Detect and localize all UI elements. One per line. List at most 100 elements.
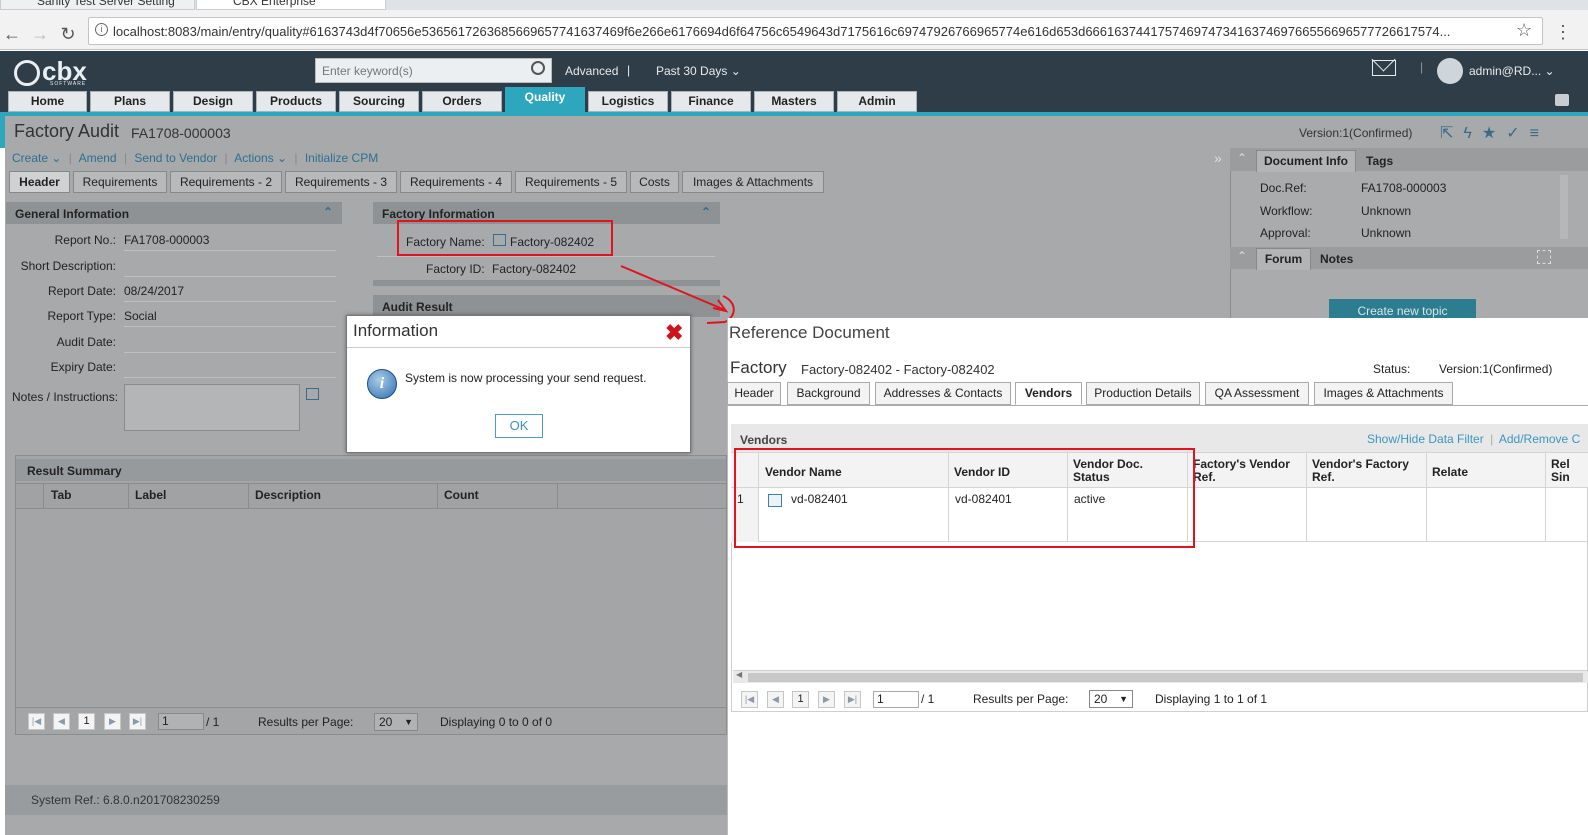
ref-tab-qa-assessment[interactable]: QA Assessment (1205, 382, 1309, 405)
check-circle-icon[interactable]: ✓ (1506, 125, 1529, 142)
menu-logistics[interactable]: Logistics (588, 91, 668, 112)
last-page-icon[interactable]: ▶| (129, 713, 146, 730)
tab-requirements-3[interactable]: Requirements - 3 (285, 171, 397, 193)
tab-notes[interactable]: Notes (1320, 252, 1353, 266)
favorite-star-icon[interactable]: ★ (1482, 125, 1506, 142)
menu-sourcing[interactable]: Sourcing (339, 91, 419, 112)
column-header-factory-vendor-ref[interactable]: Factory's Vendor Ref. (1193, 458, 1303, 484)
column-header-vendor-factory-ref[interactable]: Vendor's Factory Ref. (1312, 458, 1422, 484)
browser-tab-active[interactable]: CBX Enterprise (196, 0, 386, 10)
amend-link[interactable]: Amend (79, 151, 117, 165)
menu-home[interactable]: Home (8, 91, 87, 112)
browser-tab[interactable]: Sanity Test Server Setting (0, 0, 195, 10)
notes-textarea[interactable] (124, 384, 300, 431)
menu-dots-icon[interactable]: ⋮ (1554, 22, 1572, 43)
tab-requirements-4[interactable]: Requirements - 4 (400, 171, 512, 193)
url-field[interactable]: i localhost:8083/main/entry/quality#6163… (88, 17, 1543, 45)
avatar-icon[interactable] (1437, 58, 1463, 84)
ref-tab-production-details[interactable]: Production Details (1086, 382, 1200, 405)
ref-tab-addresses-contacts[interactable]: Addresses & Contacts (875, 382, 1011, 405)
advanced-search-link[interactable]: Advanced (565, 64, 618, 78)
tab-images-attachments[interactable]: Images & Attachments (682, 171, 824, 193)
tab-requirements-5[interactable]: Requirements - 5 (515, 171, 627, 193)
tab-costs[interactable]: Costs (630, 171, 679, 193)
ref-tab-header[interactable]: Header (727, 382, 781, 405)
ok-button[interactable]: OK (495, 414, 543, 438)
current-page-button[interactable]: 1 (78, 713, 95, 730)
flash-icon[interactable]: ϟ (1463, 125, 1481, 142)
column-header-description[interactable]: Description (255, 489, 321, 502)
period-dropdown[interactable]: Past 30 Days ⌄ (656, 64, 741, 78)
last-page-icon[interactable]: ▶| (844, 691, 861, 708)
open-external-icon[interactable]: ⇱ (1440, 125, 1463, 142)
ref-tab-vendors[interactable]: Vendors (1015, 382, 1082, 405)
results-per-page-select[interactable]: 20 ▼ (374, 713, 418, 731)
horizontal-scrollbar[interactable]: ◀ (733, 670, 1588, 683)
menu-quality[interactable]: Quality (505, 87, 585, 112)
doc-toolbar-icons[interactable]: ⇱ϟ★✓≡ (1440, 123, 1549, 143)
forward-icon[interactable]: → (30, 24, 50, 45)
column-header-tab[interactable]: Tab (51, 489, 71, 502)
collapse-icon[interactable]: ⌃ (1237, 151, 1247, 165)
next-page-icon[interactable]: ▶ (818, 691, 835, 708)
reload-icon[interactable]: ↻ (58, 24, 78, 45)
menu-lines-icon[interactable]: ≡ (1530, 125, 1549, 142)
column-header-label[interactable]: Label (135, 489, 166, 502)
collapse-icon[interactable]: ⌃ (1237, 249, 1247, 263)
tab-requirements-2[interactable]: Requirements - 2 (170, 171, 282, 193)
mail-icon[interactable] (1371, 47, 1396, 76)
menu-plans[interactable]: Plans (90, 91, 170, 112)
tab-tags[interactable]: Tags (1366, 154, 1393, 168)
menu-masters[interactable]: Masters (754, 91, 834, 112)
create-menu[interactable]: Create ⌄ (12, 151, 61, 165)
menu-finance[interactable]: Finance (671, 91, 751, 112)
tab-forum[interactable]: Forum (1256, 248, 1311, 270)
add-remove-columns-link[interactable]: Add/Remove C (1499, 432, 1580, 446)
actions-menu[interactable]: Actions ⌄ (234, 151, 287, 165)
tab-requirements[interactable]: Requirements (73, 171, 167, 193)
expand-panel-icon[interactable]: » (1214, 148, 1228, 170)
current-page-button[interactable]: 1 (792, 691, 809, 708)
create-topic-button[interactable]: Create new topic (1329, 299, 1476, 319)
column-header-count[interactable]: Count (444, 489, 479, 502)
send-to-vendor-link[interactable]: Send to Vendor (134, 151, 217, 165)
search-icon[interactable] (531, 61, 545, 75)
results-per-page-select[interactable]: 20 ▼ (1089, 690, 1133, 708)
toolbar-icon[interactable] (1555, 94, 1569, 106)
ref-tab-background[interactable]: Background (787, 382, 870, 405)
user-menu[interactable]: admin@RD... ⌄ (1469, 64, 1555, 78)
first-page-icon[interactable]: |◀ (741, 691, 758, 708)
info-icon[interactable]: i (95, 23, 108, 36)
menu-orders[interactable]: Orders (422, 91, 502, 112)
menu-admin[interactable]: Admin (837, 91, 917, 112)
page-number-input[interactable]: 1 (873, 691, 919, 708)
app-logo[interactable]: cbx SOFTWARE (14, 56, 87, 87)
fullscreen-icon[interactable] (1537, 250, 1551, 264)
prev-page-icon[interactable]: ◀ (53, 713, 70, 730)
tab-document-info[interactable]: Document Info (1256, 150, 1356, 172)
prev-page-icon[interactable]: ◀ (767, 691, 784, 708)
close-icon[interactable]: ✖ (665, 322, 683, 344)
ref-tab-images-attachments[interactable]: Images & Attachments (1314, 382, 1453, 405)
page-number-input[interactable]: 1 (158, 713, 204, 730)
first-page-icon[interactable]: |◀ (28, 713, 45, 730)
show-hide-filter-link[interactable]: Show/Hide Data Filter (1367, 432, 1484, 446)
tab-header[interactable]: Header (9, 171, 70, 193)
menu-products[interactable]: Products (256, 91, 336, 112)
scrollbar-thumb[interactable] (748, 673, 1583, 682)
displaying-text: Displaying 1 to 1 of 1 (1155, 692, 1268, 706)
next-page-icon[interactable]: ▶ (104, 713, 121, 730)
column-header-rel-sin[interactable]: Rel Sin (1551, 458, 1573, 484)
search-input[interactable] (316, 59, 516, 82)
collapse-icon[interactable]: ⌃ (323, 205, 333, 219)
side-scrollbar[interactable] (1560, 175, 1568, 239)
star-icon[interactable]: ☆ (1516, 20, 1532, 41)
menu-design[interactable]: Design (173, 91, 253, 112)
logo-swirl-icon (14, 60, 40, 87)
popup-editor-icon[interactable] (306, 388, 319, 400)
back-icon[interactable]: ← (2, 24, 22, 45)
initialize-cpm-link[interactable]: Initialize CPM (305, 151, 378, 165)
collapse-icon[interactable]: ⌃ (701, 205, 711, 219)
scroll-left-icon[interactable]: ◀ (736, 670, 742, 679)
column-header-relate[interactable]: Relate (1432, 466, 1468, 479)
